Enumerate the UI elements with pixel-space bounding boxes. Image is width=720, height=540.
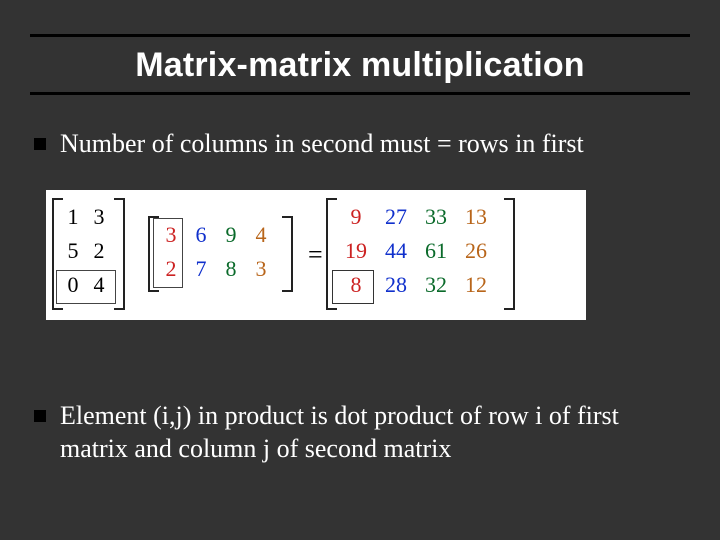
cell: 12 — [456, 268, 496, 302]
equals-sign: = — [308, 240, 323, 270]
rule-top — [30, 34, 690, 37]
cell: 28 — [376, 268, 416, 302]
cell: 26 — [456, 234, 496, 268]
cell: 3 — [86, 200, 112, 234]
matrix-figure: 1 3 5 2 0 4 3 6 9 4 2 — [46, 190, 586, 320]
bullet-square-icon — [34, 410, 46, 422]
cell: 9 — [216, 218, 246, 252]
bracket-right-icon — [282, 216, 293, 292]
cell: 33 — [416, 200, 456, 234]
cell: 44 — [376, 234, 416, 268]
bullet-square-icon — [34, 138, 46, 150]
cell: 27 — [376, 200, 416, 234]
matrix-c: 9 27 33 13 19 44 61 26 8 28 32 12 — [336, 200, 496, 302]
cell: 3 — [246, 252, 276, 286]
cell: 5 — [60, 234, 86, 268]
rule-under-title — [30, 92, 690, 95]
cell: 32 — [416, 268, 456, 302]
bullet-2-text: Element (i,j) in product is dot product … — [60, 400, 690, 465]
matrix-b: 3 6 9 4 2 7 8 3 — [156, 218, 276, 286]
bullet-1: Number of columns in second must = rows … — [34, 128, 690, 161]
bracket-right-icon — [504, 198, 515, 310]
cell: 19 — [336, 234, 376, 268]
cell: 6 — [186, 218, 216, 252]
cell: 9 — [336, 200, 376, 234]
cell: 61 — [416, 234, 456, 268]
cell: 1 — [60, 200, 86, 234]
col-highlight-box — [153, 218, 183, 288]
bullet-1-text: Number of columns in second must = rows … — [60, 128, 584, 161]
cell: 8 — [216, 252, 246, 286]
row-highlight-box — [56, 270, 116, 304]
bullet-2: Element (i,j) in product is dot product … — [34, 400, 690, 465]
slide-title: Matrix-matrix multiplication — [0, 46, 720, 85]
result-highlight-box — [332, 270, 374, 304]
cell: 13 — [456, 200, 496, 234]
cell: 2 — [86, 234, 112, 268]
matrix-a: 1 3 5 2 0 4 — [60, 200, 112, 302]
cell: 4 — [246, 218, 276, 252]
cell: 7 — [186, 252, 216, 286]
